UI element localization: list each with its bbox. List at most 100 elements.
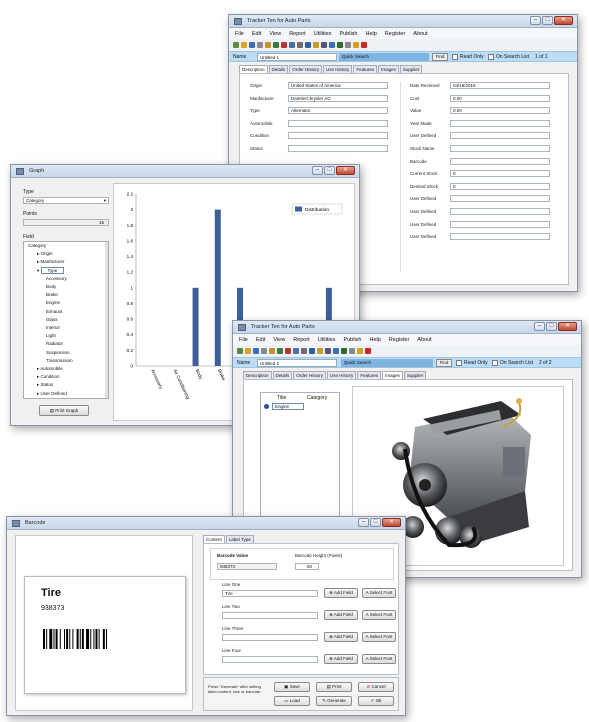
on-search-list-checkbox[interactable] xyxy=(488,54,494,60)
tab[interactable]: Images xyxy=(382,371,403,379)
minimize-button[interactable]: – xyxy=(530,16,541,25)
tab[interactable]: Supplier xyxy=(403,371,427,379)
menu-item[interactable]: Report xyxy=(289,31,306,37)
menu-item[interactable]: File xyxy=(239,337,248,343)
menu-item[interactable]: Report xyxy=(293,337,310,343)
field-input[interactable] xyxy=(288,119,388,127)
tree-scrollbar[interactable] xyxy=(105,242,108,398)
minimize-button[interactable]: – xyxy=(312,166,323,175)
field-input[interactable] xyxy=(450,119,550,127)
save-button[interactable]: ▣ Save xyxy=(274,682,310,692)
expand-arrow-icon[interactable]: ▾ xyxy=(37,268,41,273)
toolbar-button-icon[interactable] xyxy=(321,42,327,48)
field-input[interactable]: Alternator xyxy=(288,107,388,115)
tab[interactable]: Use History xyxy=(323,65,353,73)
field-input[interactable] xyxy=(450,220,550,228)
toolbar-button-icon[interactable] xyxy=(341,348,347,354)
list-item[interactable]: Engine xyxy=(272,403,304,410)
maximize-button[interactable]: □ xyxy=(546,322,557,331)
field-tree[interactable]: Category ▸ Origin ▸ Manfacturer ▾ Type Acces… xyxy=(23,241,109,399)
toolbar-button-icon[interactable] xyxy=(257,42,263,48)
title-bar[interactable]: Tracker Ten for Auto Parts – □ ✕ xyxy=(233,321,581,334)
add-field-button[interactable]: ⊕ Add Field xyxy=(324,654,358,664)
title-bar[interactable]: Barcode – □ ✕ xyxy=(7,517,405,530)
on-search-list-checkbox[interactable] xyxy=(492,360,498,366)
tree-item[interactable]: Transmission xyxy=(24,357,108,365)
select-font-button[interactable]: A Select Font xyxy=(362,632,396,642)
height-spinner[interactable]: 50 xyxy=(295,563,319,570)
close-button[interactable]: ✕ xyxy=(558,322,577,331)
toolbar-button-icon[interactable] xyxy=(265,42,271,48)
tree-item[interactable]: Interior xyxy=(24,324,108,332)
maximize-button[interactable]: □ xyxy=(370,518,381,527)
toolbar-button-icon[interactable] xyxy=(325,348,331,354)
close-button[interactable]: ✕ xyxy=(554,16,573,25)
toolbar-button-icon[interactable] xyxy=(289,42,295,48)
type-select[interactable]: Category ▾ xyxy=(23,197,109,204)
field-input[interactable]: United States of America xyxy=(288,82,388,89)
toolbar-button-icon[interactable] xyxy=(273,42,279,48)
toolbar-button-icon[interactable] xyxy=(269,348,275,354)
minimize-button[interactable]: – xyxy=(534,322,545,331)
menu-item[interactable]: About xyxy=(413,31,427,37)
load-button[interactable]: ▭ Load xyxy=(274,696,310,706)
menu-item[interactable]: Edit xyxy=(252,31,261,37)
field-input[interactable]: 0.00 xyxy=(450,94,550,102)
toolbar-button-icon[interactable] xyxy=(357,348,363,354)
menu-item[interactable]: Utilities xyxy=(314,31,332,37)
toolbar-button-icon[interactable] xyxy=(293,348,299,354)
title-bar[interactable]: Graph – □ ✕ xyxy=(11,165,359,178)
field-input[interactable] xyxy=(288,132,388,140)
minimize-button[interactable]: – xyxy=(358,518,369,527)
print-graph-button[interactable]: ▤ Print Graph xyxy=(39,405,89,416)
toolbar-button-icon[interactable] xyxy=(249,42,255,48)
read-only-checkbox[interactable] xyxy=(456,360,462,366)
tab[interactable]: Details xyxy=(268,65,289,73)
toolbar-button-icon[interactable] xyxy=(317,348,323,354)
toolbar-button-icon[interactable] xyxy=(329,42,335,48)
menu-item[interactable]: File xyxy=(235,31,244,37)
tab[interactable]: Images xyxy=(378,65,399,73)
field-input[interactable] xyxy=(450,157,550,165)
toolbar-button-icon[interactable] xyxy=(241,42,247,48)
toolbar-button-icon[interactable] xyxy=(337,42,343,48)
menu-item[interactable]: Register xyxy=(385,31,405,37)
toolbar-button-icon[interactable] xyxy=(365,348,371,354)
menu-item[interactable]: Register xyxy=(389,337,409,343)
tree-item[interactable]: ▾ Type xyxy=(24,266,108,275)
tab[interactable]: Use History xyxy=(327,371,357,379)
toolbar-button-icon[interactable] xyxy=(297,42,303,48)
tab[interactable]: Supplier xyxy=(399,65,423,73)
tab[interactable]: Description xyxy=(243,371,272,379)
field-input[interactable]: DaimlerChrysler AG xyxy=(288,94,388,102)
close-button[interactable]: ✕ xyxy=(336,166,355,175)
toolbar-button-icon[interactable] xyxy=(305,42,311,48)
field-input[interactable] xyxy=(450,145,550,152)
toolbar-button-icon[interactable] xyxy=(237,348,243,354)
toolbar-button-icon[interactable] xyxy=(353,42,359,48)
add-field-button[interactable]: ⊕ Add Field xyxy=(324,610,358,620)
tree-item[interactable]: Engine xyxy=(24,299,108,307)
field-input[interactable]: 0 xyxy=(450,170,550,178)
field-input[interactable] xyxy=(450,132,550,140)
add-field-button[interactable]: ⊕ Add Field xyxy=(324,632,358,642)
line-input[interactable] xyxy=(222,634,318,641)
toolbar-button-icon[interactable] xyxy=(281,42,287,48)
quick-search-input[interactable]: Quick Search xyxy=(339,53,429,61)
toolbar-button-icon[interactable] xyxy=(233,42,239,48)
tab-label-type[interactable]: Label Type xyxy=(225,535,254,543)
find-button[interactable]: Find xyxy=(436,359,452,367)
maximize-button[interactable]: □ xyxy=(324,166,335,175)
menu-item[interactable]: Publish xyxy=(343,337,361,343)
tab-content[interactable]: Content xyxy=(203,535,225,543)
tab[interactable]: Order History xyxy=(289,65,323,73)
cancel-button[interactable]: ⊘ Cancel xyxy=(358,682,394,692)
tree-item[interactable]: ▸ Origin xyxy=(24,250,108,258)
menu-item[interactable]: View xyxy=(273,337,285,343)
field-input[interactable]: 0.00 xyxy=(450,107,550,115)
tree-item[interactable]: ▸ User Defined xyxy=(24,390,108,398)
tree-item[interactable]: Suspension xyxy=(24,349,108,357)
tree-item[interactable]: ▸ Status xyxy=(24,381,108,389)
tree-item[interactable]: Radiator xyxy=(24,340,108,348)
tree-item[interactable]: Category xyxy=(24,242,108,250)
